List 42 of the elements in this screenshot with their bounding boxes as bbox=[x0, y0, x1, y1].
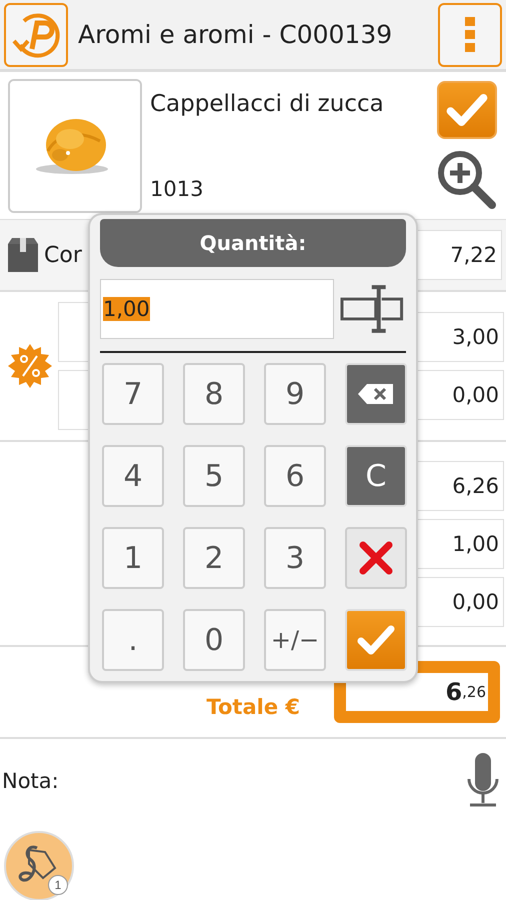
close-icon bbox=[358, 540, 394, 576]
keypad-key[interactable]: 4 bbox=[102, 445, 164, 507]
count-badge: 1 bbox=[48, 875, 68, 895]
keypad-key[interactable]: +/− bbox=[264, 609, 326, 671]
menu-icon bbox=[465, 16, 475, 52]
product-name: Cappellacci di zucca bbox=[150, 90, 385, 116]
text-cursor-icon[interactable] bbox=[340, 283, 406, 335]
box-icon bbox=[8, 238, 38, 272]
value-field[interactable]: 0,00 bbox=[416, 370, 504, 420]
discount-icon bbox=[8, 344, 52, 388]
backspace-icon bbox=[357, 382, 395, 406]
keypad-key[interactable]: 9 bbox=[264, 363, 326, 425]
logo-button[interactable] bbox=[4, 2, 68, 66]
keypad-key[interactable]: 0 bbox=[183, 609, 245, 671]
menu-button[interactable] bbox=[438, 2, 502, 66]
clear-key[interactable]: C bbox=[345, 445, 407, 507]
quantity-field[interactable]: 1,00 bbox=[100, 279, 334, 339]
backspace-key[interactable] bbox=[345, 363, 407, 425]
value-field[interactable]: 0,00 bbox=[416, 576, 504, 626]
keypad-key[interactable]: 2 bbox=[183, 527, 245, 589]
zoom-in-icon bbox=[436, 148, 498, 210]
checkbox[interactable] bbox=[437, 80, 497, 138]
keypad-key[interactable]: 3 bbox=[264, 527, 326, 589]
window-title: Aromi e aromi - C000139 bbox=[78, 20, 394, 49]
note-label: Nota: bbox=[2, 769, 59, 793]
value-field[interactable]: 1,00 bbox=[416, 518, 504, 568]
keypad-key[interactable]: 1 bbox=[102, 527, 164, 589]
cancel-key[interactable] bbox=[345, 527, 407, 589]
keypad-key[interactable]: 6 bbox=[264, 445, 326, 507]
total-label: Totale € bbox=[206, 694, 300, 719]
keypad-key[interactable]: 5 bbox=[183, 445, 245, 507]
keypad-key[interactable]: 7 bbox=[102, 363, 164, 425]
field-label: Cor bbox=[44, 242, 82, 268]
attachment-button[interactable]: 1 bbox=[4, 831, 74, 900]
confirm-key[interactable] bbox=[345, 609, 407, 671]
keypad-key[interactable]: 8 bbox=[183, 363, 245, 425]
microphone-icon[interactable] bbox=[466, 753, 500, 809]
product-code: 1013 bbox=[150, 176, 204, 200]
value-field[interactable]: 3,00 bbox=[416, 312, 504, 362]
dialog-title: Quantità: bbox=[100, 219, 406, 267]
keypad-key[interactable]: . bbox=[102, 609, 164, 671]
value-field[interactable]: 6,26 bbox=[416, 460, 504, 510]
